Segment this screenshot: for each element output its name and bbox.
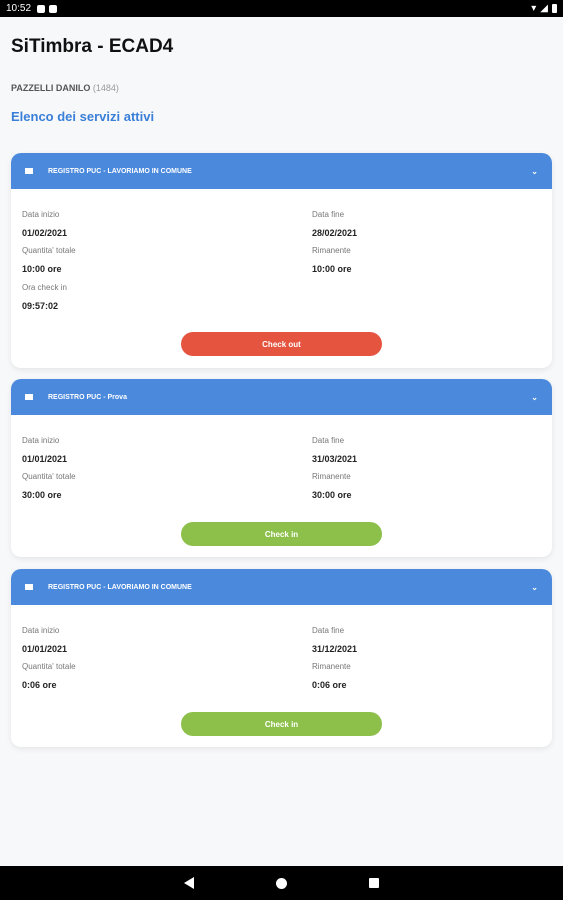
total-qty-value: 10:00 ore [22,264,62,274]
remaining-value: 0:06 ore [312,680,347,690]
battery-icon [552,4,557,13]
remaining-label: Rimanente [312,472,351,481]
chevron-down-icon[interactable]: ⌄ [531,393,538,402]
total-qty-label: Quantita' totale [22,662,76,671]
end-date-value: 31/03/2021 [312,454,358,464]
app-title: SiTimbra - ECAD4 [11,36,174,57]
card-header[interactable]: REGISTRO PUC - LAVORIAMO IN COMUNE ⌄ [11,153,552,189]
navigation-bar [0,866,563,900]
section-title: Elenco dei servizi attivi [11,109,155,124]
card-title: REGISTRO PUC - LAVORIAMO IN COMUNE [48,167,192,175]
card-title: REGISTRO PUC - Prova [48,393,127,401]
notification-icon [37,4,46,13]
remaining-value: 10:00 ore [312,264,352,274]
user-code: (1484) [92,83,119,93]
start-date-label: Data inizio [22,436,60,445]
start-date-label: Data inizio [22,210,60,219]
card-title: REGISTRO PUC - LAVORIAMO IN COMUNE [48,583,192,591]
signal-icon: ◢ [540,3,548,14]
total-qty-label: Quantita' totale [22,472,76,481]
remaining-label: Rimanente [312,662,351,671]
end-date-label: Data fine [312,626,345,635]
recents-icon[interactable] [369,878,379,888]
total-qty-value: 30:00 ore [22,490,62,500]
wifi-icon: ▾ [531,3,537,14]
chevron-down-icon[interactable]: ⌄ [531,583,538,592]
checkin-time-value: 09:57:02 [22,301,59,311]
checkin-time-label: Ora check in [22,283,67,292]
check-in-button[interactable]: Check in [181,712,382,736]
total-qty-label: Quantita' totale [22,246,76,255]
end-date-label: Data fine [312,436,345,445]
check-out-button[interactable]: Check out [181,332,382,356]
status-time: 10:52 [6,3,32,14]
service-card: REGISTRO PUC - LAVORIAMO IN COMUNE ⌄ Dat… [11,153,552,368]
sim-icon [49,4,58,13]
menu-icon [25,168,33,174]
menu-icon [25,394,33,400]
start-date-value: 01/02/2021 [22,228,68,238]
start-date-label: Data inizio [22,626,60,635]
back-icon[interactable] [184,877,194,889]
menu-icon [25,584,33,590]
card-header[interactable]: REGISTRO PUC - LAVORIAMO IN COMUNE ⌄ [11,569,552,605]
status-bar: 10:52 ▾ ◢ [0,0,563,17]
remaining-value: 30:00 ore [312,490,352,500]
remaining-label: Rimanente [312,246,351,255]
end-date-value: 28/02/2021 [312,228,358,238]
end-date-label: Data fine [312,210,345,219]
user-name: PAZZELLI DANILO [11,83,91,93]
home-icon[interactable] [276,877,287,889]
start-date-value: 01/01/2021 [22,454,68,464]
start-date-value: 01/01/2021 [22,644,68,654]
check-in-button[interactable]: Check in [181,522,382,546]
total-qty-value: 0:06 ore [22,680,57,690]
end-date-value: 31/12/2021 [312,644,358,654]
card-header[interactable]: REGISTRO PUC - Prova ⌄ [11,379,552,415]
service-card: REGISTRO PUC - Prova ⌄ Data inizio 01/01… [11,379,552,557]
user-info: PAZZELLI DANILO (1484) [11,83,119,93]
chevron-down-icon[interactable]: ⌄ [531,167,538,176]
service-card: REGISTRO PUC - LAVORIAMO IN COMUNE ⌄ Dat… [11,569,552,747]
